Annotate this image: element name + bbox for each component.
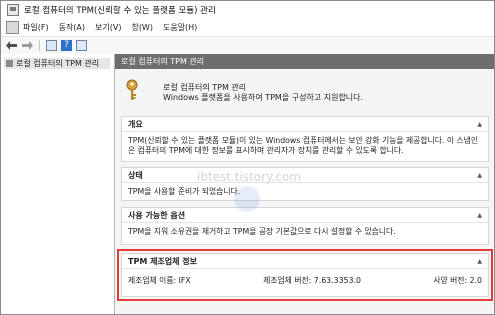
manufacturer-name: 제조업체 이름: IFX	[128, 276, 191, 285]
back-arrow-icon[interactable]	[5, 40, 17, 52]
details-pane: 로컬 컴퓨터의 TPM 관리 로컬 컴퓨터의 TPM 관리 Windows 플랫…	[115, 54, 494, 314]
available-options-text: TPM을 지워 소유권을 제거하고 TPM을 공장 기본값으로 다시 설정할 수…	[128, 227, 396, 236]
manufacturer-section: TPM 제조업체 정보 ▲ 제조업체 이름: IFX 제조업체 버전: 7.63…	[121, 253, 489, 297]
menu-window[interactable]: 창(W)	[131, 22, 153, 33]
mmc-app-icon	[7, 4, 19, 16]
collapse-caret-icon[interactable]: ▲	[477, 121, 482, 128]
toolbar-separator	[39, 40, 40, 51]
menu-file[interactable]: 파일(F)	[23, 22, 49, 33]
mmc-window: 로컬 컴퓨터의 TPM(신뢰할 수 있는 플랫폼 모듈) 관리 파일(F) 동작…	[0, 0, 495, 315]
show-hide-action-pane-icon[interactable]	[76, 40, 87, 51]
menu-view[interactable]: 보기(V)	[95, 22, 121, 33]
console-tree: 로컬 컴퓨터의 TPM 관리	[1, 54, 115, 314]
details-header: 로컬 컴퓨터의 TPM 관리	[115, 54, 494, 69]
manufacturer-info-row: 제조업체 이름: IFX 제조업체 버전: 7.63.3353.0 사양 버전:…	[122, 269, 488, 292]
status-header[interactable]: 상태 ▲	[122, 168, 488, 183]
console-tree-toggle-icon[interactable]	[46, 40, 57, 51]
intro-description: Windows 플랫폼을 사용하여 TPM을 구성하고 지원합니다.	[163, 93, 364, 102]
status-title: 상태	[128, 170, 143, 180]
status-section: 상태 ▲ TPM을 사용할 준비가 되었습니다.	[121, 167, 489, 201]
forward-arrow-icon[interactable]	[21, 40, 33, 52]
intro-panel: 로컬 컴퓨터의 TPM 관리 Windows 플랫폼을 사용하여 TPM을 구성…	[115, 69, 494, 116]
key-icon	[126, 79, 138, 100]
manufacturer-title: TPM 제조업체 정보	[128, 256, 198, 266]
menu-action[interactable]: 동작(A)	[59, 22, 85, 33]
help-icon[interactable]: ?	[61, 40, 72, 51]
tpm-chip-icon	[6, 60, 13, 67]
collapse-caret-icon[interactable]: ▲	[477, 212, 482, 219]
available-options-title: 사용 가능한 옵션	[128, 210, 186, 220]
overview-section: 개요 ▲ TPM(신뢰할 수 있는 플랫폼 모듈)이 있는 Windows 컴퓨…	[121, 116, 489, 162]
title-bar: 로컬 컴퓨터의 TPM(신뢰할 수 있는 플랫폼 모듈) 관리	[1, 1, 494, 19]
tree-item-tpm-management[interactable]: 로컬 컴퓨터의 TPM 관리	[4, 58, 110, 69]
available-options-section: 사용 가능한 옵션 ▲ TPM을 지워 소유권을 제거하고 TPM을 공장 기본…	[121, 207, 489, 245]
available-options-header[interactable]: 사용 가능한 옵션 ▲	[122, 208, 488, 223]
collapse-caret-icon[interactable]: ▲	[477, 172, 482, 179]
collapse-caret-icon[interactable]: ▲	[477, 258, 482, 265]
overview-title: 개요	[128, 119, 143, 129]
manufacturer-version: 제조업체 버전: 7.63.3353.0	[263, 276, 361, 285]
menu-app-icon[interactable]	[6, 21, 19, 34]
menu-help[interactable]: 도움말(H)	[163, 22, 197, 33]
tree-item-label: 로컬 컴퓨터의 TPM 관리	[16, 59, 100, 68]
menu-bar: 파일(F) 동작(A) 보기(V) 창(W) 도움말(H)	[1, 19, 494, 36]
toolbar: ?	[1, 36, 494, 55]
overview-header[interactable]: 개요 ▲	[122, 117, 488, 132]
manufacturer-header[interactable]: TPM 제조업체 정보 ▲	[122, 254, 488, 269]
status-text: TPM을 사용할 준비가 되었습니다.	[128, 187, 241, 196]
window-title: 로컬 컴퓨터의 TPM(신뢰할 수 있는 플랫폼 모듈) 관리	[24, 6, 216, 16]
spec-version: 사양 버전: 2.0	[433, 276, 482, 285]
overview-text: TPM(신뢰할 수 있는 플랫폼 모듈)이 있는 Windows 컴퓨터에서는 …	[128, 136, 479, 155]
